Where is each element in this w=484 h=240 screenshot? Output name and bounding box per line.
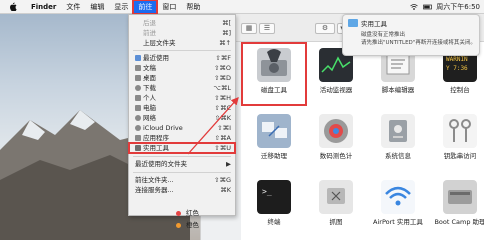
menu-item-desktop[interactable]: 桌面 ⇧⌘D (129, 73, 235, 83)
menu-item-enclosing-folder[interactable]: 上层文件夹 ⌘↑ (129, 38, 235, 48)
app-grid: 磁盘工具 活动监视器 脚本编辑器 WARNINY 7:36 控制台 迁移助理 (241, 42, 484, 240)
app-boot-camp[interactable]: Boot Camp 助理 (429, 176, 484, 236)
menu-finder[interactable]: Finder (26, 0, 61, 14)
menu-separator (133, 50, 231, 51)
menu-bar: Finder 文件 编辑 显示 前往 窗口 帮助 周六下午6:50 (0, 0, 484, 15)
notification-title: 实用工具 (361, 20, 387, 28)
disk-utility-icon (257, 48, 291, 82)
system-information-icon (381, 114, 415, 148)
tag-dot-icon (176, 211, 181, 216)
menu-item-go-to-folder[interactable]: 前往文件夹... ⇧⌘G (129, 175, 235, 185)
arrange-button[interactable]: ⚙ (315, 23, 335, 34)
menu-go[interactable]: 前往 (132, 0, 159, 15)
apple-icon[interactable] (8, 2, 18, 12)
migration-assistant-icon (257, 114, 291, 148)
app-digital-color-meter[interactable]: 数码测色计 (305, 110, 367, 170)
documents-icon (135, 65, 141, 71)
app-migration-assistant[interactable]: 迁移助理 (243, 110, 305, 170)
app-airport-utility[interactable]: AirPort 实用工具 (367, 176, 429, 236)
menu-window[interactable]: 窗口 (157, 0, 181, 14)
menu-item-utilities[interactable]: 实用工具 ⇧⌘U (128, 142, 236, 154)
downloads-icon (135, 85, 141, 91)
menu-help[interactable]: 帮助 (181, 0, 205, 14)
menu-item-back[interactable]: 后退 ⌘[ (129, 18, 235, 28)
view-icons-button[interactable]: ▦ (241, 23, 257, 34)
menu-item-forward[interactable]: 前进 ⌘] (129, 28, 235, 38)
applications-icon (135, 135, 141, 141)
app-disk-utility[interactable]: 磁盘工具 (241, 42, 307, 106)
menu-item-downloads[interactable]: 下载 ⌥⌘L (129, 83, 235, 93)
airport-utility-icon (381, 180, 415, 214)
menu-item-recent-folders[interactable]: 最近使用的文件夹 ▶ (129, 159, 235, 169)
tag-red[interactable]: 红色 (176, 208, 216, 218)
menu-view[interactable]: 显示 (109, 0, 133, 14)
view-list-button[interactable]: ☰ (259, 23, 275, 34)
menu-file[interactable]: 文件 (61, 0, 85, 14)
folder-icon (348, 19, 358, 27)
utilities-icon (135, 145, 141, 151)
tag-orange[interactable]: 橙色 (176, 220, 216, 230)
grab-icon (319, 180, 353, 214)
battery-icon[interactable] (423, 3, 433, 11)
app-terminal[interactable]: >_ 终端 (243, 176, 305, 236)
menu-edit[interactable]: 编辑 (85, 0, 109, 14)
recent-icon (135, 55, 141, 61)
boot-camp-icon (443, 180, 477, 214)
svg-text:>_: >_ (262, 187, 272, 196)
terminal-icon: >_ (257, 180, 291, 214)
keychain-access-icon (443, 114, 477, 148)
home-icon (135, 95, 141, 101)
app-system-information[interactable]: 系统信息 (367, 110, 429, 170)
network-icon (135, 115, 141, 121)
menu-item-applications[interactable]: 应用程序 ⇧⌘A (129, 133, 235, 143)
wifi-icon[interactable] (410, 3, 419, 11)
app-keychain-access[interactable]: 钥匙串访问 (429, 110, 484, 170)
menu-item-network[interactable]: 网络 ⇧⌘K (129, 113, 235, 123)
notification-text: 磁盘没有正常推出 请先推出"UNTITLED"再断开连接或将其关闭。 (361, 32, 476, 46)
menu-item-icloud-drive[interactable]: iCloud Drive ⇧⌘I (129, 123, 235, 133)
menu-item-computer[interactable]: 电脑 ⇧⌘C (129, 103, 235, 113)
menu-item-connect-server[interactable]: 连接服务器... ⌘K (129, 185, 235, 195)
tag-dot-icon (176, 223, 181, 228)
notification-banner[interactable]: 实用工具 磁盘没有正常推出 请先推出"UNTITLED"再断开连接或将其关闭。 (342, 14, 480, 56)
digital-color-meter-icon (319, 114, 353, 148)
desktop-icon (135, 75, 141, 81)
go-menu-dropdown: 后退 ⌘[ 前进 ⌘] 上层文件夹 ⌘↑ 最近使用 ⇧⌘F 文稿 ⇧⌘O 桌面 ⇧⌘D 下载… (128, 14, 236, 216)
menubar-clock[interactable]: 周六下午6:50 (436, 2, 480, 12)
svg-text:Y 7:36: Y 7:36 (446, 65, 468, 72)
menu-item-home[interactable]: 个人 ⇧⌘H (129, 93, 235, 103)
menu-item-documents[interactable]: 文稿 ⇧⌘O (129, 63, 235, 73)
svg-text:WARNIN: WARNIN (446, 56, 468, 63)
icloud-icon (135, 125, 141, 131)
computer-icon (135, 105, 141, 111)
menu-separator (133, 156, 231, 157)
menu-separator (133, 172, 231, 173)
app-grab[interactable]: 抓图 (305, 176, 367, 236)
menu-item-recents[interactable]: 最近使用 ⇧⌘F (129, 53, 235, 63)
